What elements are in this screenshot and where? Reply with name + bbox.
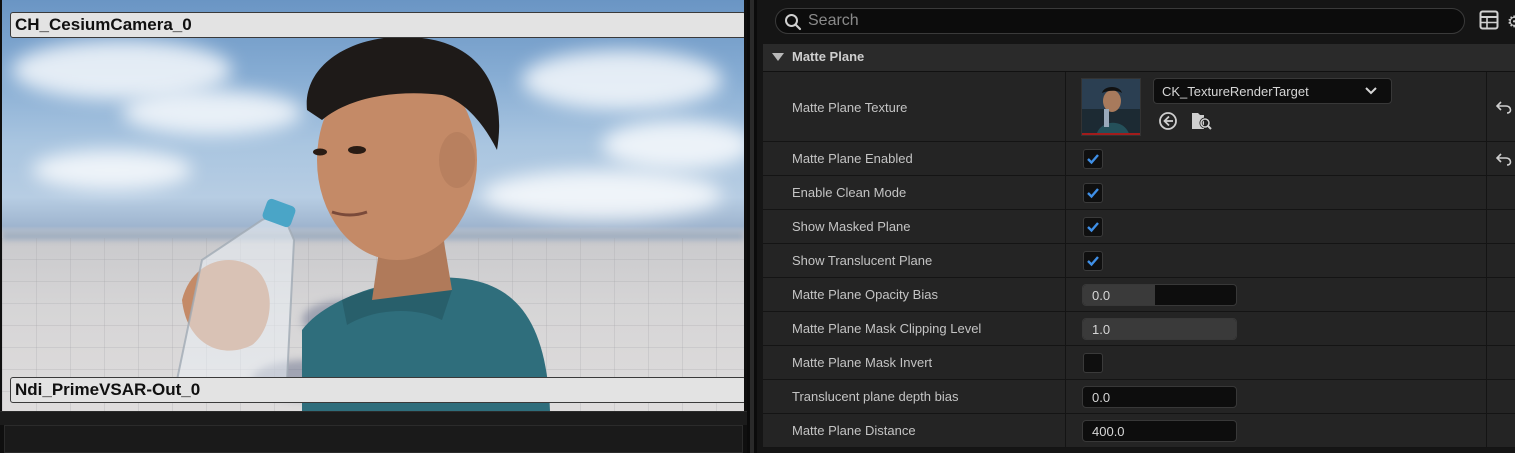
property-label: Matte Plane Opacity Bias	[792, 287, 938, 302]
reset-column-divider	[1486, 142, 1487, 175]
column-divider[interactable]	[1065, 380, 1066, 413]
search-icon	[785, 14, 802, 31]
property-label: Matte Plane Mask Clipping Level	[792, 321, 982, 336]
settings-icon[interactable]: ⚙	[1507, 12, 1515, 28]
show-masked-plane-checkbox[interactable]	[1083, 217, 1103, 237]
reset-column-divider	[1486, 414, 1487, 447]
property-label: Show Masked Plane	[792, 219, 911, 234]
browse-asset-icon[interactable]	[1190, 110, 1212, 132]
bottom-camera-label: Ndi_PrimeVSAR-Out_0	[10, 377, 744, 403]
property-label: Enable Clean Mode	[792, 185, 907, 200]
texture-preview-image	[1082, 79, 1140, 135]
property-row-matte-plane-opacity-bias: Matte Plane Opacity Bias 0.0	[763, 278, 1515, 312]
chevron-down-icon	[1365, 87, 1377, 95]
column-divider[interactable]	[1065, 278, 1066, 311]
texture-thumbnail[interactable]	[1081, 78, 1141, 136]
viewport-panel: CH_CesiumCamera_0 Ndi_PrimeVSAR-Out_0	[0, 0, 747, 453]
reset-column-divider	[1486, 72, 1487, 141]
expand-arrow-icon[interactable]	[772, 53, 784, 61]
viewport-bottom-bar	[4, 425, 743, 453]
property-row-show-masked-plane: Show Masked Plane	[763, 210, 1515, 244]
number-value: 400.0	[1092, 424, 1125, 439]
property-row-matte-plane-mask-invert: Matte Plane Mask Invert	[763, 346, 1515, 380]
person-figure	[175, 36, 550, 411]
checkmark-icon	[1087, 222, 1099, 233]
top-camera-label: CH_CesiumCamera_0	[10, 12, 744, 38]
reset-to-default-icon[interactable]	[1496, 152, 1512, 166]
show-translucent-plane-checkbox[interactable]	[1083, 251, 1103, 271]
texture-asset-name: CK_TextureRenderTarget	[1162, 84, 1309, 99]
texture-asset-dropdown[interactable]: CK_TextureRenderTarget	[1153, 78, 1392, 104]
property-label: Translucent plane depth bias	[792, 389, 959, 404]
viewport-scene[interactable]: CH_CesiumCamera_0 Ndi_PrimeVSAR-Out_0	[2, 0, 744, 411]
slider-value: 1.0	[1092, 322, 1111, 337]
column-divider[interactable]	[1065, 210, 1066, 243]
viewport-footer	[0, 411, 747, 425]
mask-invert-checkbox[interactable]	[1083, 353, 1103, 373]
use-selected-asset-icon[interactable]	[1158, 111, 1178, 131]
reset-column-divider	[1486, 210, 1487, 243]
property-label: Show Translucent Plane	[792, 253, 933, 268]
column-divider[interactable]	[1065, 414, 1066, 447]
column-divider[interactable]	[1065, 244, 1066, 277]
reset-column-divider	[1486, 380, 1487, 413]
depth-bias-input[interactable]: 0.0	[1082, 386, 1237, 408]
reset-column-divider	[1486, 346, 1487, 379]
column-divider[interactable]	[1065, 346, 1066, 379]
checkmark-icon	[1087, 256, 1099, 267]
category-header-matte-plane[interactable]: Matte Plane	[763, 44, 1515, 72]
details-panel: ⚙ Matte Plane Matte Plane Texture	[757, 0, 1515, 453]
reset-column-divider	[1486, 278, 1487, 311]
column-divider[interactable]	[1065, 312, 1066, 345]
panel-splitter[interactable]	[747, 0, 757, 453]
number-value: 0.0	[1092, 390, 1111, 405]
opacity-bias-slider[interactable]: 0.0	[1082, 284, 1237, 306]
table-view-icon[interactable]	[1479, 10, 1499, 30]
matte-plane-enabled-checkbox[interactable]	[1083, 149, 1103, 169]
matte-plane-distance-input[interactable]: 400.0	[1082, 420, 1237, 442]
category-title: Matte Plane	[792, 49, 865, 64]
property-row-show-translucent-plane: Show Translucent Plane	[763, 244, 1515, 278]
column-divider[interactable]	[1065, 176, 1066, 209]
property-label: Matte Plane Enabled	[792, 151, 913, 166]
search-input[interactable]	[808, 11, 1448, 31]
property-row-translucent-plane-depth-bias: Translucent plane depth bias 0.0	[763, 380, 1515, 414]
property-row-matte-plane-distance: Matte Plane Distance 400.0	[763, 414, 1515, 448]
property-row-enable-clean-mode: Enable Clean Mode	[763, 176, 1515, 210]
property-label: Matte Plane Distance	[792, 423, 916, 438]
property-row-matte-plane-texture: Matte Plane Texture CK_TextureRenderTarg…	[763, 72, 1515, 142]
enable-clean-mode-checkbox[interactable]	[1083, 183, 1103, 203]
mask-clipping-level-slider[interactable]: 1.0	[1082, 318, 1237, 340]
property-row-matte-plane-mask-clipping-level: Matte Plane Mask Clipping Level 1.0	[763, 312, 1515, 346]
slider-value: 0.0	[1092, 288, 1111, 303]
reset-to-default-icon[interactable]	[1496, 100, 1512, 114]
column-divider[interactable]	[1065, 142, 1066, 175]
property-label: Matte Plane Mask Invert	[792, 355, 933, 370]
property-row-matte-plane-enabled: Matte Plane Enabled	[763, 142, 1515, 176]
reset-column-divider	[1486, 176, 1487, 209]
property-label: Matte Plane Texture	[792, 100, 908, 115]
checkmark-icon	[1087, 154, 1099, 165]
splitter-grip[interactable]	[750, 0, 754, 453]
reset-column-divider	[1486, 312, 1487, 345]
reset-column-divider	[1486, 244, 1487, 277]
search-bar[interactable]	[775, 8, 1465, 34]
property-list: Matte Plane Texture CK_TextureRenderTarg…	[763, 72, 1515, 448]
column-divider[interactable]	[1065, 72, 1066, 141]
checkmark-icon	[1087, 188, 1099, 199]
